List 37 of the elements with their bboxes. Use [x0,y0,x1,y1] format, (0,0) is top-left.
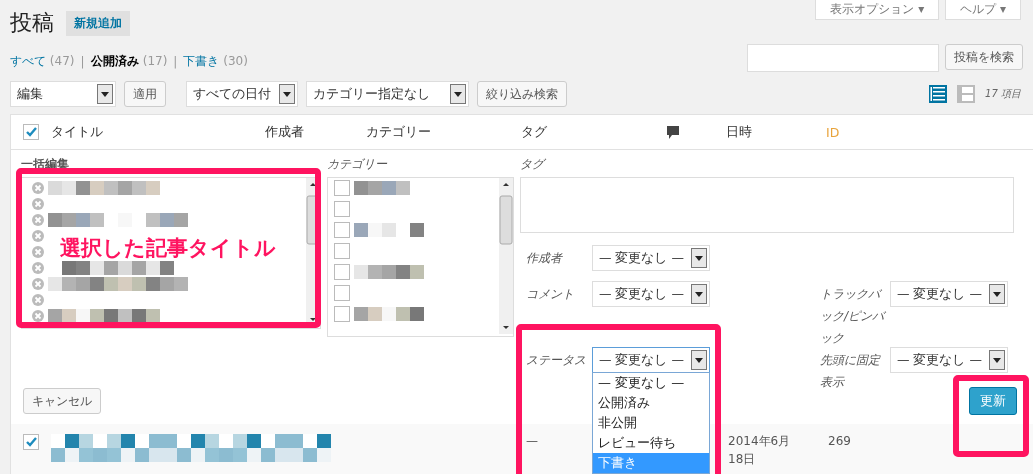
separator: | [80,54,85,69]
column-header[interactable]: タグ [521,123,666,141]
status-filter-link[interactable]: 下書き (30) [183,53,248,70]
add-new-button[interactable]: 新規追加 [66,10,130,36]
column-header[interactable]: 作成者 [265,123,366,141]
screen-tab[interactable]: 表示オプション ▾ [815,0,940,20]
column-header[interactable]: タイトル [51,123,265,141]
column-header[interactable]: 日時 [726,123,826,141]
category-label: カテゴリー [327,156,388,173]
separator: | [173,54,178,69]
tags-label: タグ [520,156,547,173]
dropdown-select[interactable]: — 変更なし — [890,281,1008,307]
status-filter-link[interactable]: 公開済み (17) [90,53,168,70]
table-cell-text: — [526,434,538,450]
field-label: 先頭に固定表示 [820,352,882,391]
annotation-label: 選択した記事タイトル [60,235,276,262]
field-label: コメント [526,286,575,303]
status-filter-link[interactable]: すべて (47) [10,53,75,70]
dropdown-select[interactable]: すべての日付 [186,81,298,107]
search-button[interactable]: 投稿を検索 [945,44,1023,70]
dropdown-select[interactable]: カテゴリー指定なし [306,81,469,107]
field-label: 作成者 [526,250,564,267]
dropdown-select[interactable]: — 変更なし — [592,245,710,271]
dropdown-select[interactable]: 編集 [10,81,116,107]
cancel-button[interactable]: キャンセル [23,388,101,414]
dropdown-select[interactable]: — 変更なし — [890,347,1008,373]
field-label: ステータス [526,352,587,369]
page-title: 投稿 [10,9,54,37]
table-cell-text: 269 [828,434,852,450]
apply-button[interactable]: 適用 [124,81,166,107]
dropdown-select[interactable]: — 変更なし — [592,281,710,307]
filter-button[interactable]: 絞り込み検索 [477,81,567,107]
table-cell-text: 2014年6月18日 [728,433,792,468]
column-header[interactable]: カテゴリー [366,123,521,141]
screen-tab[interactable]: ヘルプ ▾ [945,0,1021,20]
field-label: トラックバック/ピンバック [820,286,887,347]
item-count: 17 項目 [985,87,1021,101]
